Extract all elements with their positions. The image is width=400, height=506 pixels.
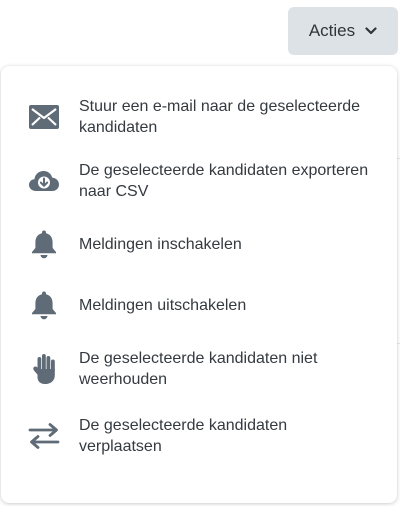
menu-item-notifications-off[interactable]: Meldingen uitschakelen (1, 275, 397, 335)
acties-label: Acties (308, 21, 356, 40)
actions-menu: Stuur een e-mail naar de geselecteerde k… (1, 66, 397, 503)
menu-item-label: De geselecteerde kandidaten niet weerhou… (79, 350, 318, 388)
menu-item-label: Meldingen inschakelen (79, 235, 242, 253)
menu-item-label: De geselecteerde kandidaten verplaatsen (79, 417, 288, 455)
menu-item-label: De geselecteerde kandidaten exporteren n… (79, 162, 369, 200)
menu-item-label: Stuur een e-mail naar de geselecteerde k… (79, 98, 361, 136)
menu-item-notifications-on[interactable]: Meldingen inschakelen (1, 214, 397, 274)
bell-icon (27, 227, 61, 261)
menu-item-email[interactable]: Stuur een e-mail naar de geselecteerde k… (1, 86, 397, 148)
bell-icon (27, 288, 61, 322)
page: Acties Stuur een e-mail naar de geselect… (0, 0, 400, 506)
menu-item-not-retain[interactable]: De geselecteerde kandidaten niet weerhou… (1, 336, 397, 402)
exchange-arrows-icon (27, 419, 61, 453)
chevron-down-icon (365, 27, 377, 35)
menu-item-export-csv[interactable]: De geselecteerde kandidaten exporteren n… (1, 149, 397, 213)
menu-item-move[interactable]: De geselecteerde kandidaten verplaatsen (1, 403, 397, 469)
acties-dropdown-button[interactable]: Acties (288, 7, 398, 55)
cloud-download-icon (27, 164, 61, 198)
hand-icon (27, 352, 61, 386)
menu-item-label: Meldingen uitschakelen (79, 296, 247, 314)
envelope-icon (27, 100, 61, 134)
